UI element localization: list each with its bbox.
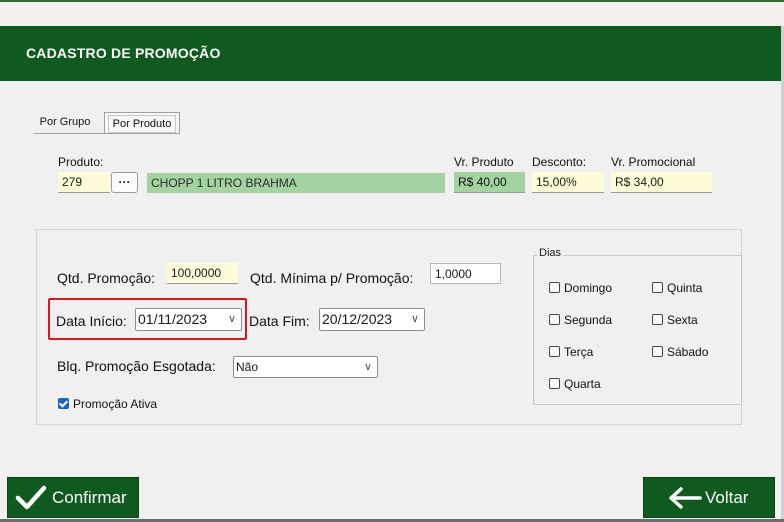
dia-segunda-label: Segunda bbox=[564, 313, 613, 327]
checkmark-icon bbox=[15, 485, 47, 510]
vr-produto-label: Vr. Produto bbox=[454, 155, 514, 169]
promocao-ativa-label: Promoção Ativa bbox=[73, 397, 158, 411]
dia-terca-label: Terça bbox=[564, 345, 594, 359]
produto-search-button[interactable]: ··· bbox=[111, 172, 138, 193]
dia-terca-checkbox[interactable] bbox=[549, 346, 560, 357]
dia-quinta-checkbox[interactable] bbox=[652, 282, 663, 293]
tab-por-grupo[interactable]: Por Grupo bbox=[34, 112, 96, 132]
qtd-minima-label: Qtd. Mínima p/ Promoção: bbox=[250, 270, 414, 286]
dia-sabado-checkbox[interactable] bbox=[652, 346, 663, 357]
blq-value: Não bbox=[236, 360, 259, 374]
chevron-down-icon: ∨ bbox=[363, 361, 372, 373]
chevron-down-icon: ∨ bbox=[410, 313, 419, 325]
confirmar-button[interactable]: Confirmar bbox=[7, 477, 139, 518]
window-top-strip bbox=[0, 0, 784, 26]
blq-select[interactable]: Não ∨ bbox=[233, 356, 378, 378]
confirmar-label: Confirmar bbox=[52, 488, 127, 507]
title-bar: CADASTRO DE PROMOÇÃO bbox=[0, 26, 781, 81]
dia-sexta-checkbox[interactable] bbox=[652, 314, 663, 325]
dia-quinta-label: Quinta bbox=[667, 281, 703, 295]
qtd-minima-field[interactable]: 1,0000 bbox=[430, 263, 501, 284]
window-top-accent bbox=[0, 0, 784, 2]
produto-label: Produto: bbox=[58, 155, 104, 169]
dia-quarta-label: Quarta bbox=[564, 377, 601, 391]
dia-sabado-label: Sábado bbox=[667, 345, 709, 359]
dia-domingo-checkbox[interactable] bbox=[549, 282, 560, 293]
data-fim-picker[interactable]: 20/12/2023 ∨ bbox=[319, 308, 425, 331]
dia-segunda-checkbox[interactable] bbox=[549, 314, 560, 325]
produto-code-field[interactable]: 279 bbox=[58, 172, 110, 193]
qtd-promocao-label: Qtd. Promoção: bbox=[57, 270, 156, 286]
tab-por-produto-label: Por Produto bbox=[108, 115, 176, 133]
data-fim-value: 20/12/2023 bbox=[322, 311, 393, 327]
desconto-field[interactable]: 15,00% bbox=[532, 172, 604, 193]
vr-produto-field: R$ 40,00 bbox=[454, 172, 525, 193]
qtd-promocao-field[interactable]: 100,0000 bbox=[167, 263, 238, 284]
desconto-label: Desconto: bbox=[532, 155, 587, 169]
promocao-ativa-checkbox[interactable] bbox=[58, 398, 69, 409]
voltar-button[interactable]: Voltar bbox=[643, 477, 775, 518]
tab-por-produto[interactable]: Por Produto bbox=[104, 112, 180, 133]
vr-promocional-field[interactable]: R$ 34,00 bbox=[611, 172, 712, 193]
dia-sexta-label: Sexta bbox=[667, 313, 698, 327]
dia-quarta-checkbox[interactable] bbox=[549, 378, 560, 389]
blq-label: Blq. Promoção Esgotada: bbox=[57, 358, 216, 374]
highlight-box bbox=[48, 298, 247, 340]
produto-name-field: CHOPP 1 LITRO BRAHMA bbox=[147, 173, 445, 193]
dias-title: Dias bbox=[537, 247, 564, 259]
tab-divider bbox=[34, 133, 180, 134]
data-fim-label: Data Fim: bbox=[249, 313, 310, 329]
voltar-label: Voltar bbox=[705, 488, 749, 507]
page-title: CADASTRO DE PROMOÇÃO bbox=[26, 45, 221, 61]
vr-promocional-label: Vr. Promocional bbox=[611, 155, 696, 169]
arrow-left-icon bbox=[669, 487, 702, 509]
dia-domingo-label: Domingo bbox=[564, 281, 613, 295]
